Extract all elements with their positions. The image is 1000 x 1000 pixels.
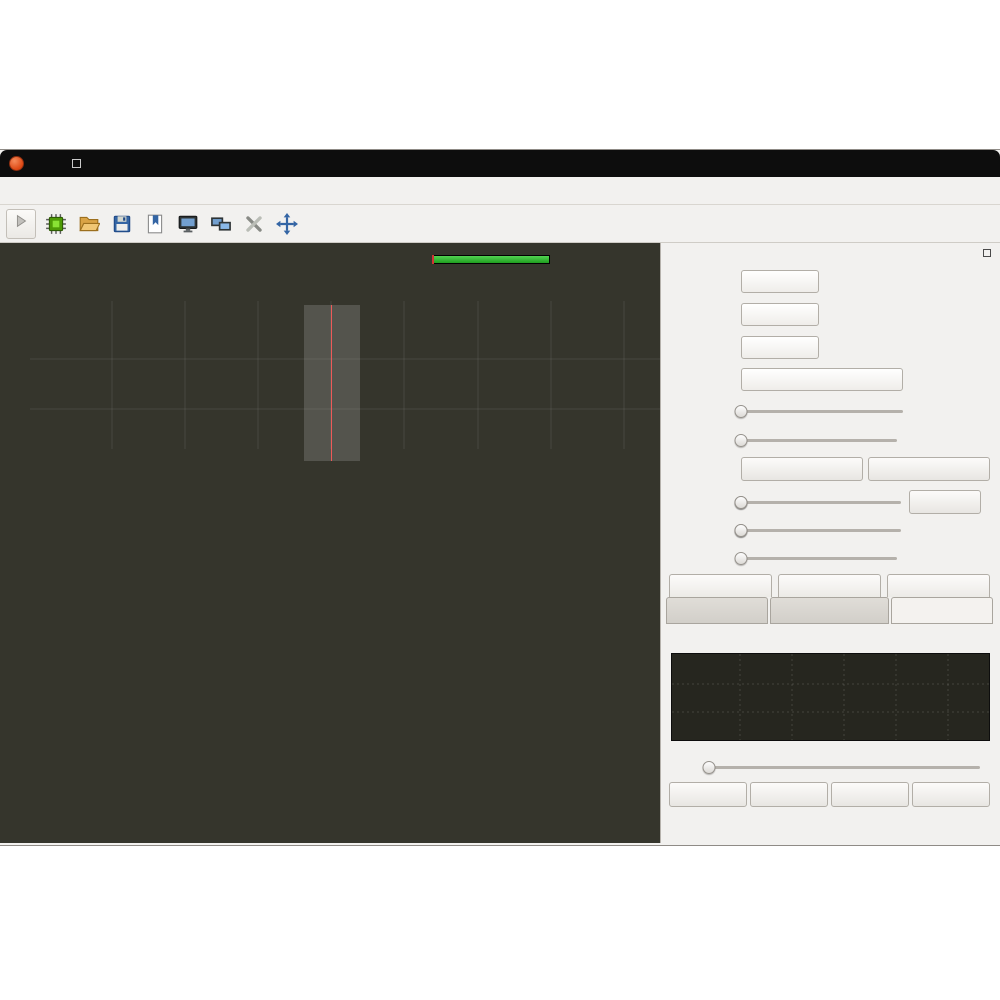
rate-row <box>669 301 990 327</box>
io-devices-icon[interactable] <box>175 211 201 237</box>
pandapter-plot[interactable] <box>0 243 660 465</box>
slider-high-handle[interactable] <box>735 496 748 509</box>
bookmark-icon[interactable] <box>142 211 168 237</box>
menu-help[interactable] <box>64 186 84 196</box>
remote-control-icon[interactable] <box>208 211 234 237</box>
audio-fft-plot <box>671 653 990 741</box>
waterfall-range-slider[interactable] <box>741 521 901 540</box>
rate-select[interactable] <box>741 303 819 326</box>
dsp-chip-icon[interactable] <box>43 211 69 237</box>
dock-tab-bar <box>666 597 993 624</box>
peak-row <box>669 456 990 482</box>
waterfall-display[interactable] <box>0 465 660 843</box>
menu-tools[interactable] <box>24 186 44 196</box>
pand-db-row <box>669 489 990 515</box>
waterfall-canvas[interactable] <box>0 465 660 843</box>
play-icon <box>12 212 30 235</box>
freq-zoom-row <box>669 545 990 571</box>
time-span-select[interactable] <box>741 336 819 359</box>
fft-settings-panel <box>660 243 1000 843</box>
averaging-row <box>669 398 990 424</box>
slider-groove <box>741 439 897 442</box>
window-title <box>0 150 1000 177</box>
fullscreen-icon[interactable] <box>274 211 300 237</box>
freq-zoom-slider[interactable] <box>741 549 897 568</box>
slider-handle[interactable] <box>703 761 716 774</box>
slider-handle[interactable] <box>735 405 748 418</box>
slider-groove <box>741 529 901 532</box>
more-button[interactable] <box>912 782 990 807</box>
window-row <box>669 366 990 392</box>
tuning-line[interactable] <box>331 305 332 461</box>
pandapter-row <box>669 427 990 453</box>
lock-button[interactable] <box>909 490 981 514</box>
fft-display-area[interactable] <box>0 243 660 843</box>
wf-db-row <box>669 517 990 543</box>
clipped-buttons-row <box>669 574 990 597</box>
audio-buttons-row <box>669 782 990 807</box>
toolbar <box>0 205 1000 243</box>
slider-handle[interactable] <box>735 552 748 565</box>
pandapter-split-slider[interactable] <box>741 431 897 450</box>
slider-groove <box>709 766 980 769</box>
save-icon[interactable] <box>109 211 135 237</box>
slider-groove <box>741 557 897 560</box>
dbfs-meter <box>432 253 550 265</box>
signal-level-fill <box>433 256 549 263</box>
rec-button[interactable] <box>750 782 828 807</box>
window-select[interactable] <box>741 368 903 391</box>
slider-groove <box>741 410 903 413</box>
float-panel-icon[interactable] <box>983 249 991 257</box>
start-dsp-button[interactable] <box>6 209 36 239</box>
slider-handle[interactable] <box>735 434 748 447</box>
udp-button[interactable] <box>669 782 747 807</box>
demod-button[interactable] <box>887 574 990 597</box>
gqrx-window <box>0 150 1000 845</box>
reset-button[interactable] <box>669 574 772 597</box>
tools-icon[interactable] <box>241 211 267 237</box>
menu-bar <box>0 177 1000 205</box>
fft-size-select[interactable] <box>741 270 819 293</box>
center-button[interactable] <box>778 574 881 597</box>
averaging-slider[interactable] <box>741 402 903 421</box>
audio-spectrum-trace <box>672 654 990 740</box>
peak-detect-button[interactable] <box>741 457 863 481</box>
open-folder-icon[interactable] <box>76 211 102 237</box>
slider-high-handle[interactable] <box>735 524 748 537</box>
slider-groove <box>741 501 901 504</box>
play-button[interactable] <box>831 782 909 807</box>
menu-view[interactable] <box>44 186 64 196</box>
tab-fft-settings[interactable] <box>891 597 993 624</box>
filter-bandwidth-overlay[interactable] <box>304 305 360 461</box>
tab-input-controls[interactable] <box>666 597 768 624</box>
peak-hold-button[interactable] <box>868 457 990 481</box>
signal-level-bar <box>432 255 550 264</box>
fft-size-row <box>669 268 990 294</box>
title-bar[interactable] <box>0 150 1000 177</box>
menu-file[interactable] <box>4 186 24 196</box>
signal-level-marker <box>432 255 434 264</box>
frequency-axis <box>0 448 660 462</box>
gain-row <box>669 754 990 780</box>
tab-receiver-options[interactable] <box>770 597 888 624</box>
gain-slider[interactable] <box>709 758 980 777</box>
time-span-row <box>669 334 990 360</box>
pandapter-range-slider[interactable] <box>741 493 901 512</box>
